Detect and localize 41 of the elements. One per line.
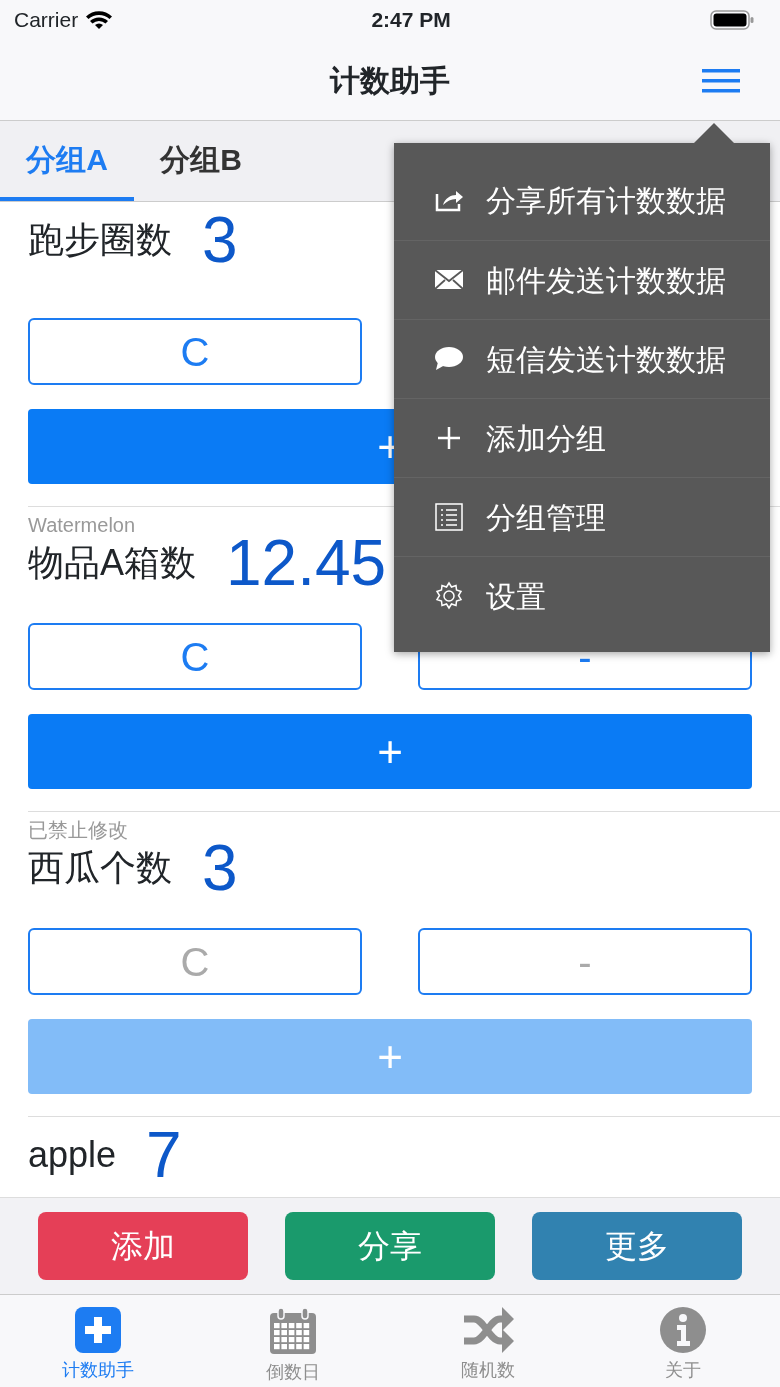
add-button[interactable]: 添加 — [38, 1212, 248, 1280]
counter-value: 7 — [146, 1123, 182, 1187]
carrier-label: Carrier — [14, 7, 79, 34]
screen-title: 计数助手 — [330, 62, 450, 99]
list-icon — [434, 502, 464, 532]
group-tab[interactable]: 分组B — [134, 121, 268, 201]
status-time: 2:47 PM — [371, 7, 451, 34]
settings-icon — [434, 581, 464, 611]
counter-name: 西瓜个数 — [28, 846, 172, 890]
counter-name: 物品A箱数 — [28, 541, 196, 585]
counter-note: 已禁止修改 — [28, 820, 128, 840]
clear-button[interactable]: C — [28, 318, 362, 385]
counter-value: 3 — [202, 208, 238, 272]
plus-button[interactable]: + — [28, 714, 752, 789]
info-icon — [659, 1307, 706, 1353]
counter-value: 12.45 — [226, 531, 387, 595]
clear-button[interactable]: C — [28, 623, 362, 690]
plus-icon — [74, 1307, 121, 1353]
counter-value: 3 — [202, 836, 238, 900]
tab-bar-item[interactable]: 随机数 — [390, 1295, 585, 1387]
menu-icon — [702, 66, 740, 96]
counter-note: Watermelon — [28, 515, 136, 535]
tab-bar-item[interactable]: 倒数日 — [195, 1295, 390, 1387]
battery-icon — [710, 9, 754, 31]
menu-item[interactable]: 邮件发送计数数据 — [394, 240, 770, 319]
counter-name: apple — [28, 1133, 117, 1177]
menu-button[interactable] — [702, 66, 740, 96]
menu-item[interactable]: 分享所有计数数据 — [394, 161, 770, 240]
wifi-icon — [86, 10, 113, 30]
shuffle-icon — [461, 1307, 514, 1353]
tab-bar-item[interactable]: 计数助手 — [0, 1295, 195, 1387]
menu-item[interactable]: 添加分组 — [394, 398, 770, 477]
menu-item[interactable]: 设置 — [394, 556, 770, 635]
menu-item[interactable]: 分组管理 — [394, 477, 770, 556]
more-button[interactable]: 更多 — [532, 1212, 742, 1280]
menu-item[interactable]: 短信发送计数数据 — [394, 319, 770, 398]
group-tab[interactable]: 分组A — [0, 121, 134, 201]
share-button[interactable]: 分享 — [285, 1212, 495, 1280]
counter-name: 跑步圈数 — [28, 218, 172, 262]
calendar-icon — [268, 1307, 317, 1355]
tab-bar-item[interactable]: 关于 — [585, 1295, 780, 1387]
